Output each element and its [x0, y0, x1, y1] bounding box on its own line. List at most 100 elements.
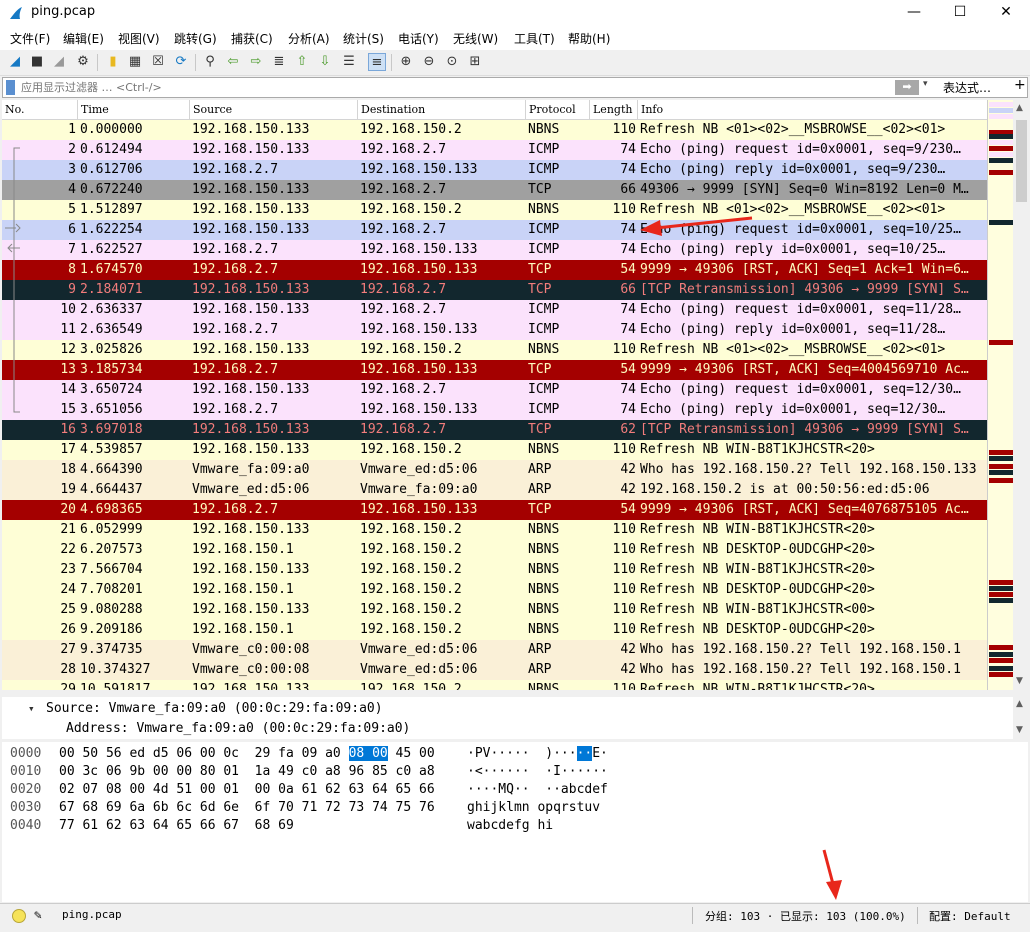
resize-columns-icon[interactable]: ⊞: [466, 53, 484, 71]
menu-capture[interactable]: 捕获(C): [231, 30, 273, 47]
column-protocol[interactable]: Protocol: [526, 100, 590, 120]
packet-row[interactable]: 18 4.664390 Vmware_fa:09:a0 Vmware_ed:d5:06…: [2, 460, 987, 480]
cell-length: 74: [620, 242, 636, 257]
column-source[interactable]: Source: [190, 100, 358, 120]
capture-options-icon[interactable]: ⚙: [74, 53, 92, 71]
bytes-line[interactable]: 0000 00 50 56 ed d5 06 00 0c 29 fa 09 a0 …: [2, 745, 1022, 763]
menu-telephony[interactable]: 电话(Y): [398, 30, 439, 47]
go-last-icon[interactable]: ⇩: [316, 53, 334, 71]
cell-protocol: NBNS: [528, 522, 560, 537]
cell-length: 110: [612, 542, 636, 557]
packet-row[interactable]: 3 0.612706 192.168.2.7 192.168.150.133 ICMP 7…: [2, 160, 987, 180]
packet-list-scrollbar[interactable]: ▲ ▼: [1013, 100, 1030, 690]
packet-row[interactable]: 4 0.672240 192.168.150.133 192.168.2.7 TCP 66…: [2, 180, 987, 200]
packet-row[interactable]: 12 3.025826 192.168.150.133 192.168.150.2 NB…: [2, 340, 987, 360]
scroll-up-icon[interactable]: ▲: [1016, 103, 1023, 113]
menu-go[interactable]: 跳转(G): [174, 30, 217, 47]
detail-address-line[interactable]: Address: Vmware_fa:09:a0 (00:0c:29:fa:09…: [66, 719, 410, 739]
packet-row[interactable]: 8 1.674570 192.168.2.7 192.168.150.133 TCP 54…: [2, 260, 987, 280]
column-destination[interactable]: Destination: [358, 100, 526, 120]
open-file-icon[interactable]: ▮: [104, 53, 122, 71]
detail-source-line[interactable]: Source: Vmware_fa:09:a0 (00:0c:29:fa:09:…: [46, 699, 383, 719]
menu-statistics[interactable]: 统计(S): [343, 30, 384, 47]
go-first-icon[interactable]: ⇧: [293, 53, 311, 71]
bytes-line[interactable]: 0030 67 68 69 6a 6b 6c 6d 6e 6f 70 71 72 …: [2, 799, 1022, 817]
menu-analyze[interactable]: 分析(A): [288, 30, 330, 47]
close-file-icon[interactable]: ☒: [149, 53, 167, 71]
packet-row[interactable]: 21 6.052999 192.168.150.133 192.168.150.2 NB…: [2, 520, 987, 540]
menu-help[interactable]: 帮助(H): [568, 30, 610, 47]
menu-tools[interactable]: 工具(T): [514, 30, 555, 47]
column-time[interactable]: Time: [78, 100, 190, 120]
colorize-icon[interactable]: ≡: [368, 53, 386, 71]
go-to-packet-icon[interactable]: ≣: [270, 53, 288, 71]
expression-button[interactable]: 表达式…: [943, 79, 991, 96]
packet-row[interactable]: 11 2.636549 192.168.2.7 192.168.150.133 ICMP…: [2, 320, 987, 340]
bytes-line[interactable]: 0020 02 07 08 00 4d 51 00 01 00 0a 61 62 …: [2, 781, 1022, 799]
scrollbar-thumb[interactable]: [1016, 120, 1027, 202]
packet-row[interactable]: 9 2.184071 192.168.150.133 192.168.2.7 TCP 66…: [2, 280, 987, 300]
packet-row[interactable]: 24 7.708201 192.168.150.1 192.168.150.2 NBNS…: [2, 580, 987, 600]
bookmark-icon[interactable]: [6, 80, 15, 95]
packet-row[interactable]: 25 9.080288 192.168.150.133 192.168.150.2 NB…: [2, 600, 987, 620]
expand-arrow-icon[interactable]: ▾: [28, 699, 35, 719]
save-file-icon[interactable]: ▦: [126, 53, 144, 71]
packet-row[interactable]: 29 10.591817 192.168.150.133 192.168.150.2 N…: [2, 680, 987, 690]
menu-file[interactable]: 文件(F): [10, 30, 50, 47]
packet-row[interactable]: 20 4.698365 192.168.2.7 192.168.150.133 TCP 5…: [2, 500, 987, 520]
autoscroll-icon[interactable]: ☰: [340, 53, 358, 71]
zoom-in-icon[interactable]: ⊕: [397, 53, 415, 71]
column-length[interactable]: Length: [590, 100, 638, 120]
menu-view[interactable]: 视图(V): [118, 30, 160, 47]
capture-comment-icon[interactable]: ✎: [34, 908, 42, 923]
add-filter-button[interactable]: +: [1014, 77, 1026, 93]
minimize-button[interactable]: —: [891, 0, 937, 26]
packet-row[interactable]: 16 3.697018 192.168.150.133 192.168.2.7 TCP 6…: [2, 420, 987, 440]
start-capture-icon[interactable]: ◢: [6, 53, 24, 71]
scroll-down-icon[interactable]: ▼: [1016, 676, 1023, 686]
bytes-line[interactable]: 0010 00 3c 06 9b 00 00 80 01 1a 49 c0 a8 …: [2, 763, 1022, 781]
go-forward-icon[interactable]: ⇨: [247, 53, 265, 71]
column-no[interactable]: No.: [2, 100, 78, 120]
expert-info-led-icon[interactable]: [12, 909, 26, 923]
restart-capture-icon[interactable]: ◢: [50, 53, 68, 71]
packet-row[interactable]: 5 1.512897 192.168.150.133 192.168.150.2 NBN…: [2, 200, 987, 220]
zoom-normal-icon[interactable]: ⊙: [443, 53, 461, 71]
status-profile[interactable]: 配置: Default: [929, 908, 1011, 924]
display-filter-input[interactable]: [21, 79, 891, 96]
go-back-icon[interactable]: ⇦: [224, 53, 242, 71]
zoom-out-icon[interactable]: ⊖: [420, 53, 438, 71]
close-button[interactable]: ✕: [983, 0, 1029, 26]
minimap-mark: [989, 340, 1013, 345]
bytes-line[interactable]: 0040 77 61 62 63 64 65 66 67 68 69 wabcdef…: [2, 817, 1022, 835]
packet-row[interactable]: 1 0.000000 192.168.150.133 192.168.150.2 NBN…: [2, 120, 987, 140]
menu-wireless[interactable]: 无线(W): [453, 30, 498, 47]
find-packet-icon[interactable]: ⚲: [201, 53, 219, 71]
packet-row[interactable]: 23 7.566704 192.168.150.133 192.168.150.2 NB…: [2, 560, 987, 580]
packet-row[interactable]: 19 4.664437 Vmware_ed:d5:06 Vmware_fa:09:a0…: [2, 480, 987, 500]
packet-row[interactable]: 28 10.374327 Vmware_c0:00:08 Vmware_ed:d5:0…: [2, 660, 987, 680]
packet-row[interactable]: 7 1.622527 192.168.2.7 192.168.150.133 ICMP 7…: [2, 240, 987, 260]
details-scroll-down-icon[interactable]: ▼: [1016, 725, 1023, 735]
reload-file-icon[interactable]: ⟳: [172, 53, 190, 71]
packet-row[interactable]: 6 1.622254 192.168.150.133 192.168.2.7 ICMP 7…: [2, 220, 987, 240]
filter-history-dropdown[interactable]: ▾: [923, 79, 928, 89]
packet-row[interactable]: 26 9.209186 192.168.150.1 192.168.150.2 NBNS…: [2, 620, 987, 640]
details-scroll-up-icon[interactable]: ▲: [1016, 699, 1023, 709]
details-scrollbar[interactable]: ▲ ▼: [1013, 697, 1030, 739]
column-info[interactable]: Info: [638, 100, 987, 120]
packet-row[interactable]: 22 6.207573 192.168.150.1 192.168.150.2 NBNS…: [2, 540, 987, 560]
packet-row[interactable]: 17 4.539857 192.168.150.133 192.168.150.2 NB…: [2, 440, 987, 460]
packet-row[interactable]: 14 3.650724 192.168.150.133 192.168.2.7 ICMP…: [2, 380, 987, 400]
packet-row[interactable]: 27 9.374735 Vmware_c0:00:08 Vmware_ed:d5:06…: [2, 640, 987, 660]
apply-filter-arrow-icon[interactable]: ➡: [895, 80, 919, 95]
stop-capture-icon[interactable]: ■: [28, 53, 46, 71]
packet-row[interactable]: 10 2.636337 192.168.150.133 192.168.2.7 ICMP…: [2, 300, 987, 320]
packet-minimap[interactable]: [987, 100, 1013, 690]
cell-destination: 192.168.150.2: [360, 542, 462, 557]
packet-row[interactable]: 13 3.185734 192.168.2.7 192.168.150.133 TCP 5…: [2, 360, 987, 380]
packet-row[interactable]: 15 3.651056 192.168.2.7 192.168.150.133 ICMP…: [2, 400, 987, 420]
menu-edit[interactable]: 编辑(E): [63, 30, 104, 47]
maximize-button[interactable]: ☐: [937, 0, 983, 26]
packet-row[interactable]: 2 0.612494 192.168.150.133 192.168.2.7 ICMP 7…: [2, 140, 987, 160]
